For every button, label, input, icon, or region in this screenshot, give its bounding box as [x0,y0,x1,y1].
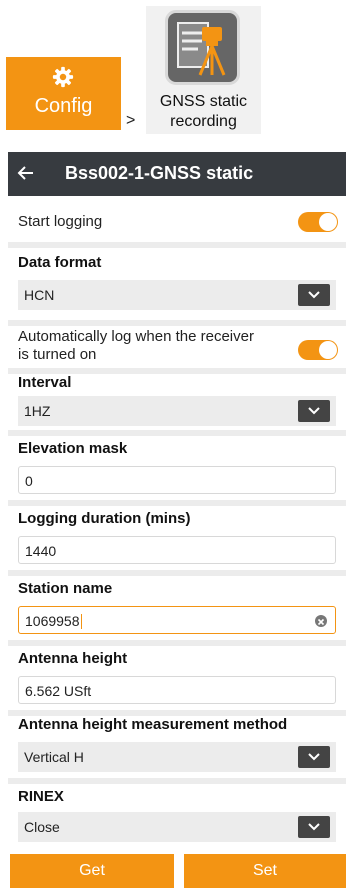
data-format-select[interactable]: HCN [18,280,336,310]
start-logging-toggle[interactable] [298,212,338,232]
config-tile[interactable]: Config [6,57,121,130]
antenna-method-row: Antenna height measurement method Vertic… [8,716,346,778]
logging-duration-row: Logging duration (mins) 1440 [8,506,346,570]
title-bar: Bss002-1-GNSS static [8,152,346,196]
antenna-height-value: 6.562 USft [25,683,92,699]
interval-label: Interval [18,374,72,391]
get-button[interactable]: Get [10,854,174,888]
start-logging-label: Start logging [18,213,103,230]
clear-icon[interactable] [315,615,327,627]
station-name-field[interactable]: 1069958 [18,606,336,634]
antenna-method-label: Antenna height measurement method [18,716,288,733]
auto-log-row: Automatically log when the receiver is t… [8,326,346,368]
rinex-value: Close [24,819,60,835]
antenna-method-value: Vertical H [24,749,84,765]
set-button[interactable]: Set [184,854,346,888]
logging-duration-value: 1440 [25,543,57,559]
antenna-height-field[interactable]: 6.562 USft [18,676,336,704]
antenna-height-label: Antenna height [18,650,128,667]
antenna-height-row: Antenna height 6.562 USft [8,646,346,710]
auto-log-label-line2: is turned on [18,346,97,363]
breadcrumb-separator: > [126,112,136,129]
rinex-row: RINEX Close [8,784,346,848]
config-label: Config [34,95,93,117]
app-label-line2: recording [170,113,237,130]
text-caret [80,614,82,629]
auto-log-toggle[interactable] [298,340,338,360]
start-logging-row: Start logging [8,196,346,242]
auto-log-label-line1: Automatically log when the receiver [18,328,254,345]
data-format-value: HCN [24,287,55,303]
elevation-mask-field[interactable]: 0 [18,466,336,494]
page-title: Bss002-1-GNSS static [65,163,254,183]
rinex-label: RINEX [18,788,64,805]
logging-duration-field[interactable]: 1440 [18,536,336,564]
app-label-line1: GNSS static [159,93,248,110]
station-name-value: 1069958 [25,613,80,629]
data-format-label: Data format [18,254,102,271]
rinex-select[interactable]: Close [18,812,336,842]
antenna-method-select[interactable]: Vertical H [18,742,336,772]
chevron-down-icon[interactable] [298,816,330,838]
gear-icon [52,66,74,88]
station-name-label: Station name [18,580,113,597]
interval-value: 1HZ [24,403,51,419]
auto-log-label: Automatically log when the receiver is t… [18,328,254,364]
data-format-row: Data format HCN [8,248,346,320]
gnss-static-panel: Bss002-1-GNSS static Start logging Data … [8,152,346,888]
chevron-down-icon[interactable] [298,284,330,306]
elevation-mask-value: 0 [25,473,33,489]
chevron-down-icon[interactable] [298,400,330,422]
elevation-mask-row: Elevation mask 0 [8,436,346,500]
elevation-mask-label: Elevation mask [18,440,128,457]
back-arrow-icon[interactable] [16,163,36,183]
interval-select[interactable]: 1HZ [18,396,336,426]
station-name-row: Station name 1069958 [8,576,346,640]
chevron-down-icon[interactable] [298,746,330,768]
gnss-static-recording-icon [165,10,240,85]
gnss-static-recording-tile[interactable]: GNSS static recording [146,6,261,134]
logging-duration-label: Logging duration (mins) [18,510,191,527]
